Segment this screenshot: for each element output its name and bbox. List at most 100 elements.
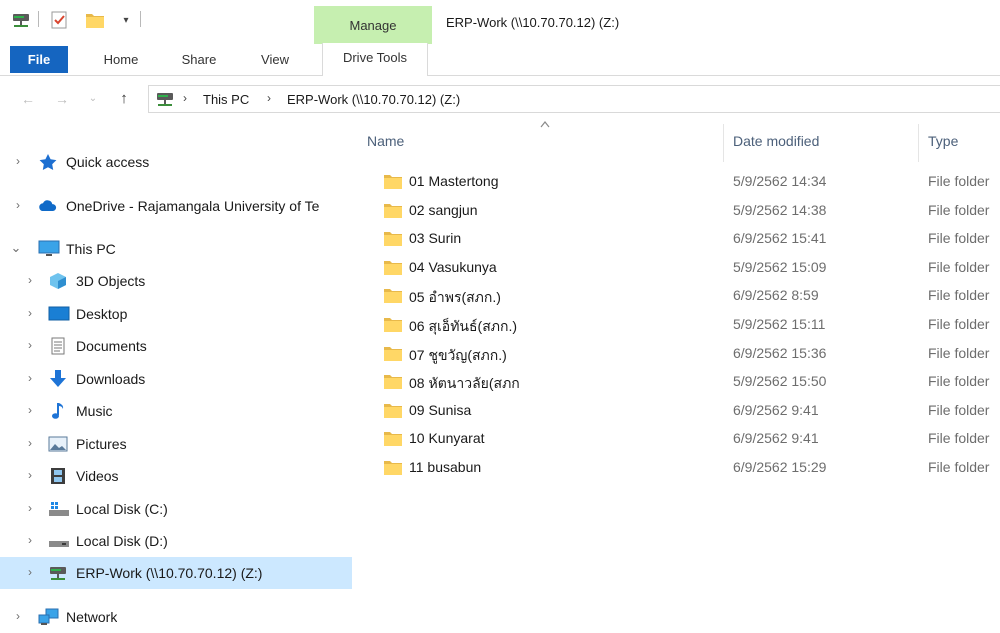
nav-item-videos[interactable]: › Videos	[0, 460, 352, 492]
chevron-right-icon[interactable]: ›	[12, 199, 24, 211]
file-date-modified: 5/9/2562 14:34	[733, 173, 827, 189]
table-row[interactable]: 01 Mastertong 5/9/2562 14:34 File folder	[377, 167, 1000, 195]
file-type: File folder	[928, 316, 990, 332]
file-date-modified: 6/9/2562 9:41	[733, 401, 819, 418]
manage-contextual-tab[interactable]: Manage	[314, 6, 432, 44]
chevron-right-icon[interactable]: ›	[12, 610, 24, 622]
nav-item-local-disk-d[interactable]: › Local Disk (D:)	[0, 525, 352, 557]
chevron-right-icon[interactable]: ›	[24, 372, 36, 384]
tab-file[interactable]: File	[10, 46, 68, 73]
nav-item-music[interactable]: › Music	[0, 395, 352, 427]
nav-item-this-pc[interactable]: ⌄ This PC	[0, 233, 352, 265]
nav-item-local-disk-c[interactable]: › Local Disk (C:)	[0, 493, 352, 525]
folder-icon	[383, 458, 403, 476]
chevron-right-icon[interactable]: ›	[24, 566, 36, 578]
table-row[interactable]: 08 หัตนาวลัย(สภก 5/9/2562 15:50 File folde…	[377, 367, 1000, 395]
tab-view[interactable]: View	[244, 44, 306, 75]
back-arrow-icon[interactable]: ←	[18, 89, 38, 109]
nav-label: Downloads	[76, 371, 146, 387]
column-header-type[interactable]: Type	[928, 133, 958, 149]
table-row[interactable]: 04 Vasukunya 5/9/2562 15:09 File folder	[377, 253, 1000, 281]
table-row[interactable]: 05 อำพร(สภก.) 6/9/2562 8:59 File folder	[377, 281, 1000, 309]
column-header-name[interactable]: Name	[367, 133, 404, 149]
chevron-right-icon[interactable]: ›	[24, 307, 36, 319]
title-bar: ▾ Manage ERP-Work (\\10.70.70.12) (Z:)	[0, 0, 1000, 44]
network-icon	[38, 608, 59, 626]
nav-item-desktop[interactable]: › Desktop	[0, 298, 352, 330]
chevron-down-icon[interactable]: ⌄	[10, 241, 22, 254]
film-icon	[48, 467, 68, 485]
music-note-icon	[48, 402, 68, 420]
nav-label: OneDrive - Rajamangala University of Te	[66, 198, 320, 214]
forward-arrow-icon[interactable]: →	[52, 89, 72, 109]
nav-item-pictures[interactable]: › Pictures	[0, 428, 352, 460]
table-row[interactable]: 06 สุเอ็ทันธ์(สภก.) 5/9/2562 15:11 File fo…	[377, 310, 1000, 338]
network-drive-icon	[48, 564, 68, 582]
breadcrumb-erp-work[interactable]: ERP-Work (\\10.70.70.12) (Z:)	[287, 92, 460, 107]
toolbar-divider	[38, 11, 39, 27]
windows-drive-icon	[48, 500, 69, 518]
file-date-modified: 6/9/2562 9:41	[733, 430, 819, 447]
nav-item-erp-work[interactable]: › ERP-Work (\\10.70.70.12) (Z:)	[0, 557, 352, 589]
folder-icon	[383, 286, 403, 304]
nav-item-downloads[interactable]: › Downloads	[0, 363, 352, 395]
chevron-right-icon[interactable]: ›	[24, 502, 36, 514]
file-date-modified: 6/9/2562 15:41	[733, 230, 827, 247]
chevron-right-icon[interactable]: ›	[24, 274, 36, 286]
file-name: 05 อำพร(สภก.)	[409, 289, 501, 306]
chevron-right-icon[interactable]: ›	[183, 91, 187, 105]
tab-drive-tools[interactable]: Drive Tools	[322, 43, 428, 76]
navigation-pane: › Quick access › OneDrive - Rajamangala …	[0, 120, 355, 633]
network-drive-icon[interactable]	[10, 10, 32, 30]
column-header-date-modified[interactable]: Date modified	[733, 133, 819, 149]
folder-icon	[383, 344, 403, 362]
nav-item-quick-access[interactable]: › Quick access	[0, 146, 352, 178]
cube-icon	[48, 272, 68, 290]
document-icon	[48, 337, 68, 355]
cloud-icon	[38, 197, 58, 215]
chevron-right-icon[interactable]: ›	[12, 155, 24, 167]
table-row[interactable]: 03 Surin 6/9/2562 15:41 File folder	[377, 224, 1000, 252]
table-row[interactable]: 09 Sunisa 6/9/2562 9:41 File folder	[377, 396, 1000, 424]
recent-locations-chevron-icon[interactable]: ⌄	[86, 89, 100, 109]
table-row[interactable]: 07 ชูขวัญ(สภก.) 6/9/2562 15:36 File folder	[377, 339, 1000, 367]
chevron-right-icon[interactable]: ›	[24, 469, 36, 481]
address-row: ← → ⌄ ↑ › This PC › ERP-Work (\\10.70.70…	[0, 83, 1000, 117]
star-icon	[38, 153, 58, 171]
table-row[interactable]: 10 Kunyarat 6/9/2562 9:41 File folder	[377, 424, 1000, 452]
file-type: File folder	[928, 459, 990, 475]
chevron-right-icon[interactable]: ›	[24, 339, 36, 351]
file-name: 06 สุเอ็ทันธ์(สภก.)	[409, 318, 518, 334]
breadcrumb-this-pc[interactable]: This PC	[203, 92, 249, 107]
column-divider[interactable]	[918, 124, 919, 162]
new-folder-icon[interactable]	[84, 10, 106, 30]
tab-home[interactable]: Home	[90, 44, 152, 75]
column-divider[interactable]	[723, 124, 724, 162]
nav-item-3d-objects[interactable]: › 3D Objects	[0, 265, 352, 297]
address-bar[interactable]: › This PC › ERP-Work (\\10.70.70.12) (Z:…	[148, 85, 1000, 113]
file-date-modified: 5/9/2562 15:11	[733, 316, 826, 332]
file-list: Name Date modified Type 01 Mastertong 5/9…	[355, 120, 1000, 633]
customize-dropdown-icon[interactable]: ▾	[118, 10, 134, 30]
file-name: 09 Sunisa	[409, 401, 472, 418]
file-type: File folder	[928, 344, 990, 361]
nav-label: Music	[76, 403, 113, 419]
monitor-icon	[38, 240, 60, 258]
up-arrow-icon[interactable]: ↑	[114, 89, 134, 109]
chevron-right-icon[interactable]: ›	[24, 437, 36, 449]
folder-icon	[383, 429, 403, 447]
nav-item-documents[interactable]: › Documents	[0, 330, 352, 362]
tab-share[interactable]: Share	[168, 44, 230, 75]
chevron-right-icon[interactable]: ›	[267, 91, 271, 105]
nav-label: Network	[66, 609, 118, 625]
file-name: 01 Mastertong	[409, 173, 499, 189]
table-row[interactable]: 02 sangjun 5/9/2562 14:38 File folder	[377, 196, 1000, 224]
nav-item-onedrive[interactable]: › OneDrive - Rajamangala University of T…	[0, 190, 352, 222]
table-row[interactable]: 11 busabun 6/9/2562 15:29 File folder	[377, 453, 1000, 481]
nav-item-network[interactable]: › Network	[0, 601, 352, 633]
chevron-right-icon[interactable]: ›	[24, 534, 36, 546]
properties-icon[interactable]	[48, 10, 70, 30]
file-name: 07 ชูขวัญ(สภก.)	[409, 346, 507, 363]
file-type: File folder	[928, 173, 990, 189]
chevron-right-icon[interactable]: ›	[24, 404, 36, 416]
